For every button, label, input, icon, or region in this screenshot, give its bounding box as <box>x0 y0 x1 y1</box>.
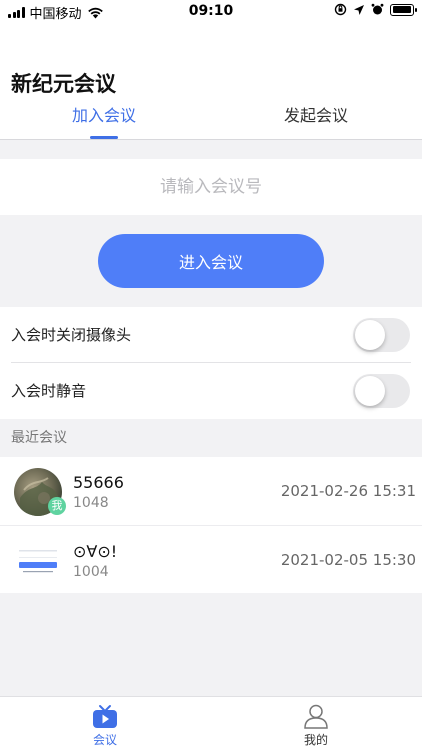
meeting-name: ⊙∀⊙! <box>73 542 118 561</box>
setting-label-mute: 入会时静音 <box>11 382 87 400</box>
header: 新纪元会议 加入会议 发起会议 <box>0 24 422 140</box>
setting-row-camera-off: 入会时关闭摄像头 <box>0 307 422 363</box>
tabbar-item-meetings[interactable]: 会议 <box>35 697 175 750</box>
bottom-tab-bar: 会议 我的 <box>0 696 422 750</box>
play-tv-icon <box>93 705 117 728</box>
tabbar-label-meetings: 会议 <box>92 733 117 747</box>
mute-toggle[interactable] <box>353 374 410 408</box>
status-bar: 中国移动 09:10 <box>0 0 422 24</box>
tabbar-item-me[interactable]: 我的 <box>246 697 386 750</box>
recent-meetings-list: 我 55666 1048 2021-02-26 15:31 ⊙∀⊙! 1004 … <box>0 457 422 593</box>
toggle-knob <box>355 320 385 350</box>
camera-off-toggle[interactable] <box>353 318 410 352</box>
meeting-time: 2021-02-05 15:30 <box>280 551 416 569</box>
meeting-thumbnail-image <box>17 548 59 578</box>
tab-join-meeting-label: 加入会议 <box>71 106 136 125</box>
person-icon <box>304 704 328 729</box>
join-meeting-button[interactable]: 进入会议 <box>98 234 324 288</box>
recent-meeting-item[interactable]: ⊙∀⊙! 1004 2021-02-05 15:30 <box>0 526 422 594</box>
battery-icon <box>390 3 417 16</box>
meeting-id: 1004 <box>73 564 109 580</box>
recent-meeting-item[interactable]: 我 55666 1048 2021-02-26 15:31 <box>0 457 422 526</box>
join-settings: 入会时关闭摄像头 入会时静音 <box>0 307 422 419</box>
page-title: 新纪元会议 <box>11 72 116 96</box>
meeting-number-input[interactable] <box>0 159 422 215</box>
tabbar-label-me: 我的 <box>303 733 328 747</box>
tab-start-meeting[interactable]: 发起会议 <box>246 100 386 140</box>
status-right <box>334 3 417 16</box>
tab-join-meeting[interactable]: 加入会议 <box>34 100 174 140</box>
tab-start-meeting-label: 发起会议 <box>283 106 348 125</box>
setting-row-mute: 入会时静音 <box>0 363 422 419</box>
header-divider <box>0 139 422 140</box>
me-badge: 我 <box>48 497 66 515</box>
meeting-time: 2021-02-26 15:31 <box>280 482 416 500</box>
alarm-icon <box>371 3 384 15</box>
recent-meetings-heading: 最近会议 <box>11 430 67 446</box>
toggle-knob <box>355 376 385 406</box>
meeting-number-field <box>0 159 422 215</box>
tab-bar-top: 加入会议 发起会议 <box>0 100 422 140</box>
setting-label-camera-off: 入会时关闭摄像头 <box>11 326 132 344</box>
location-icon <box>354 4 364 15</box>
meeting-id: 1048 <box>73 495 109 511</box>
orientation-lock-icon <box>334 3 347 16</box>
meeting-name: 55666 <box>73 473 124 492</box>
